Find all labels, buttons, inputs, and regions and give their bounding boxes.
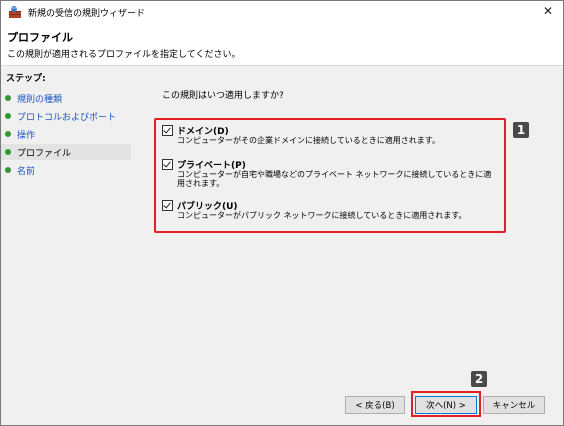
step-dot-icon bbox=[5, 167, 11, 173]
private-checkbox[interactable] bbox=[162, 159, 173, 170]
sidebar-item-label: 名前 bbox=[17, 167, 36, 177]
sidebar-item-protocol-port[interactable]: プロトコルおよびポート bbox=[1, 108, 131, 124]
sidebar-item-label: 操作 bbox=[17, 131, 36, 141]
sidebar-item-name[interactable]: 名前 bbox=[1, 162, 131, 178]
back-button[interactable]: < 戻る(B) bbox=[345, 396, 405, 414]
page-subtitle: この規則が適用されるプロファイルを指定してください。 bbox=[7, 50, 241, 60]
sidebar-item-rule-type[interactable]: 規則の種類 bbox=[1, 90, 131, 106]
sidebar-item-label: 規則の種類 bbox=[17, 95, 63, 105]
close-button[interactable]: ✕ bbox=[533, 1, 563, 23]
page-header: プロファイル この規則が適用されるプロファイルを指定してください。 bbox=[1, 23, 563, 66]
profile-description: コンピューターが自宅や職場などのプライベート ネットワークに接続しているときに適… bbox=[177, 170, 492, 188]
title-bar: 新規の受信の規則ウィザード ✕ bbox=[1, 1, 563, 23]
firewall-app-icon bbox=[8, 5, 22, 19]
step-marker-2: 2 bbox=[471, 371, 487, 387]
next-button[interactable]: 次へ(N) > bbox=[415, 396, 477, 414]
step-dot-icon bbox=[5, 149, 11, 155]
profile-description: コンピューターがパブリック ネットワークに接続しているときに適用されます。 bbox=[177, 211, 467, 220]
main-content: この規則はいつ適用しますか? ドメイン(D) コンピューターがその企業ドメインに… bbox=[132, 66, 563, 425]
public-checkbox[interactable] bbox=[162, 200, 173, 211]
sidebar-item-label: プロファイル bbox=[17, 149, 72, 159]
step-dot-icon bbox=[5, 113, 11, 119]
steps-heading: ステップ: bbox=[6, 74, 46, 84]
profile-description: コンピューターがその企業ドメインに接続しているときに適用されます。 bbox=[177, 136, 440, 145]
wizard-window: 新規の受信の規則ウィザード ✕ プロファイル この規則が適用されるプロファイルを… bbox=[0, 0, 564, 426]
question-text: この規則はいつ適用しますか? bbox=[162, 91, 284, 101]
page-title: プロファイル bbox=[7, 31, 73, 44]
profiles-highlight-box: ドメイン(D) コンピューターがその企業ドメインに接続しているときに適用されます… bbox=[154, 118, 506, 233]
cancel-button[interactable]: キャンセル bbox=[483, 396, 545, 414]
step-dot-icon bbox=[5, 131, 11, 137]
domain-checkbox[interactable] bbox=[162, 125, 173, 136]
sidebar-item-action[interactable]: 操作 bbox=[1, 126, 131, 142]
close-icon: ✕ bbox=[542, 4, 554, 18]
steps-sidebar: ステップ: 規則の種類 プロトコルおよびポート 操作 プロファイル 名前 bbox=[1, 66, 131, 425]
step-dot-icon bbox=[5, 95, 11, 101]
step-marker-1: 1 bbox=[513, 122, 529, 138]
window-title: 新規の受信の規則ウィザード bbox=[28, 9, 146, 19]
sidebar-item-label: プロトコルおよびポート bbox=[17, 113, 117, 123]
sidebar-item-profile[interactable]: プロファイル bbox=[1, 144, 131, 160]
